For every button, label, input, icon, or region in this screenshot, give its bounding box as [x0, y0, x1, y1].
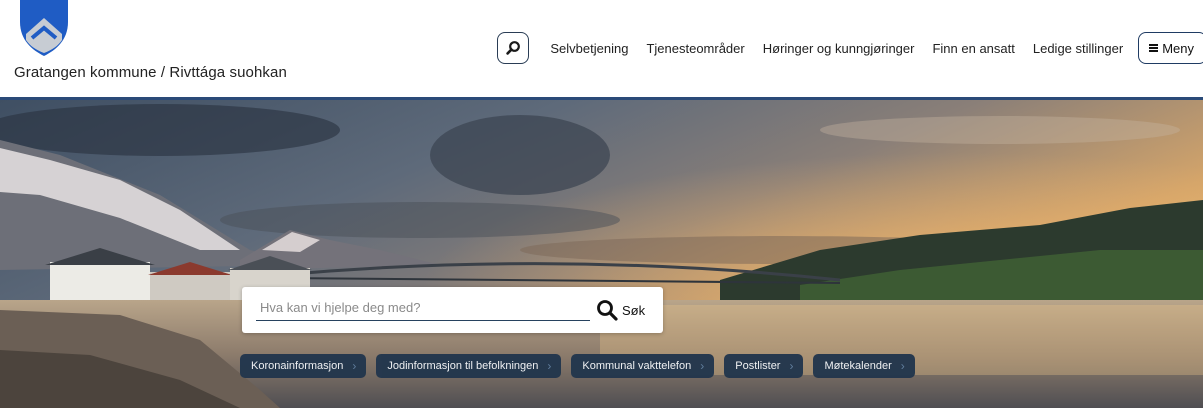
search-submit-button[interactable]: Søk: [596, 297, 645, 323]
nav-tjenesteomrader[interactable]: Tjenesteområder: [646, 41, 744, 56]
chevron-right-icon: ›: [547, 359, 552, 373]
nav-finn-ansatt[interactable]: Finn en ansatt: [932, 41, 1014, 56]
menu-button-label: Meny: [1162, 40, 1194, 56]
quick-link-label: Jodinformasjon til befolkningen: [387, 360, 539, 372]
quick-link-label: Koronainformasjon: [251, 360, 344, 372]
search-icon: [506, 41, 521, 55]
nav-ledige-stillinger[interactable]: Ledige stillinger: [1033, 41, 1123, 56]
search-submit-label: Søk: [622, 302, 646, 318]
search-input[interactable]: [256, 295, 590, 321]
quick-link-label: Kommunal vakttelefon: [582, 360, 692, 372]
quick-link-label: Postlister: [735, 360, 781, 372]
coat-of-arms-icon[interactable]: [18, 0, 70, 56]
main-nav: Selvbetjening Tjenesteområder Høringer o…: [497, 31, 1203, 65]
menu-button[interactable]: Meny: [1138, 32, 1203, 64]
quick-link-label: Møtekalender: [824, 360, 892, 372]
quick-links: Koronainformasjon › Jodinformasjon til be…: [240, 354, 925, 378]
search-button[interactable]: [497, 32, 530, 64]
chevron-right-icon: ›: [700, 359, 705, 373]
search-box: Søk: [242, 287, 663, 333]
nav-selvbetjening[interactable]: Selvbetjening: [550, 41, 628, 56]
search-icon: [597, 300, 618, 321]
chevron-right-icon: ›: [900, 359, 905, 373]
quick-link-postlister[interactable]: Postlister ›: [724, 354, 804, 378]
hamburger-icon: [1149, 44, 1159, 52]
site-name[interactable]: Gratangen kommune / Rivttága suohkan: [14, 64, 287, 81]
quick-link-jod[interactable]: Jodinformasjon til befolkningen ›: [376, 354, 562, 378]
nav-horinger[interactable]: Høringer og kunngjøringer: [763, 41, 915, 56]
quick-link-korona[interactable]: Koronainformasjon ›: [240, 354, 367, 378]
quick-link-motekalender[interactable]: Møtekalender ›: [813, 354, 915, 378]
quick-link-vakttelefon[interactable]: Kommunal vakttelefon ›: [571, 354, 715, 378]
chevron-right-icon: ›: [789, 359, 794, 373]
site-header: Gratangen kommune / Rivttága suohkan Sel…: [0, 0, 1203, 97]
chevron-right-icon: ›: [352, 359, 357, 373]
